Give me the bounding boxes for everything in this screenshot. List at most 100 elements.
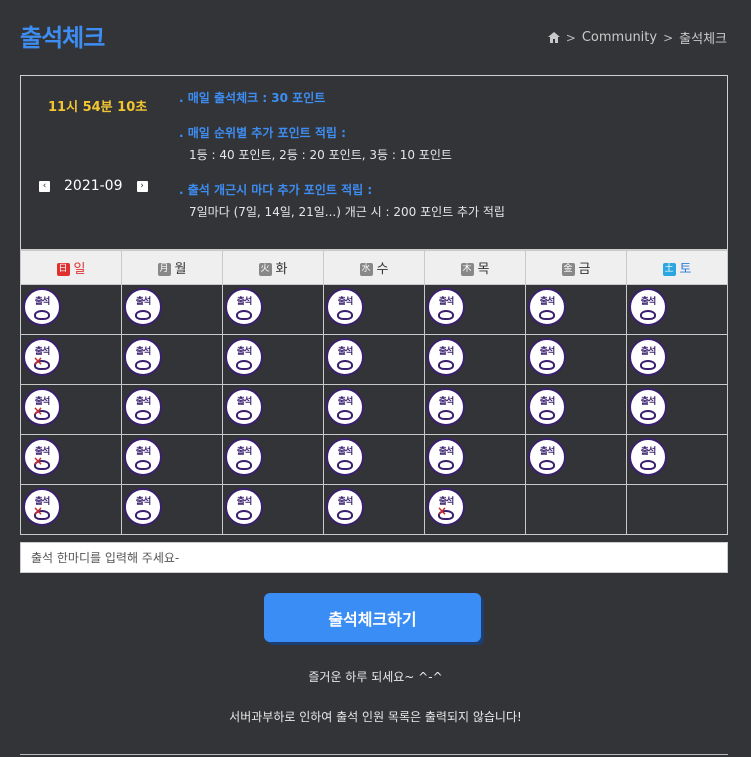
attendance-stamp-icon: 출석 bbox=[124, 438, 162, 476]
monday-icon: 月 bbox=[157, 263, 171, 276]
attendance-stamp-icon: 출석 × bbox=[23, 388, 61, 426]
attendance-stamp-icon: 출석 bbox=[225, 438, 263, 476]
calendar-day-cell: 출석 bbox=[222, 284, 324, 335]
calendar-day-cell: 출석 bbox=[626, 284, 728, 335]
weekday-tuesday: 火화 bbox=[222, 250, 324, 285]
calendar-day-cell: 출석 bbox=[222, 484, 324, 535]
server-notice: 서버과부하로 인하여 출석 인원 목록은 출력되지 않습니다! bbox=[229, 710, 522, 724]
calendar-week-row: 출석 × 출석 출석 출석 출석 출석 출석 bbox=[20, 434, 728, 485]
breadcrumb-current: 출석체크 bbox=[679, 32, 727, 47]
calendar-day-cell: 출석 bbox=[626, 384, 728, 435]
attendance-stamp-icon: 출석 bbox=[629, 338, 667, 376]
attendance-stamp-icon: 출석 bbox=[326, 388, 364, 426]
attendance-stamp-icon: 출석 × bbox=[427, 488, 465, 526]
attendance-stamp-icon: 출석 bbox=[225, 488, 263, 526]
rule-title: . 매일 순위별 추가 포인트 적립 : bbox=[179, 126, 346, 140]
prev-month-button[interactable]: ‹ bbox=[39, 180, 50, 192]
calendar-day-cell: 출석 bbox=[626, 434, 728, 485]
calendar-day-cell: 출석 bbox=[525, 284, 627, 335]
attendance-stamp-icon: 출석 bbox=[124, 288, 162, 326]
attendance-stamp-icon: 출석 bbox=[326, 288, 364, 326]
sunday-icon: 日 bbox=[56, 263, 70, 276]
attendance-info-panel: 11시 54분 10초 ‹ 2021-09 › . 매일 출석체크 : 30 포… bbox=[20, 75, 728, 250]
breadcrumb: > Community > 출석체크 bbox=[547, 28, 727, 47]
calendar-week-row: 출석 × 출석 출석 출석 출석 출석 출석 bbox=[20, 334, 728, 385]
rule-streak: . 출석 개근시 마다 추가 포인트 적립 : 7일마다 (7일, 14일, 2… bbox=[179, 181, 505, 220]
attendance-stamp-icon: 출석 bbox=[427, 438, 465, 476]
attendance-stamp-icon: 출석 × bbox=[23, 438, 61, 476]
attendance-stamp-icon: 출석 bbox=[528, 438, 566, 476]
friday-icon: 金 bbox=[561, 263, 575, 276]
weekday-friday: 金금 bbox=[525, 250, 627, 285]
breadcrumb-separator-icon: > bbox=[565, 30, 576, 45]
attendance-stamp-icon: 출석 bbox=[326, 438, 364, 476]
attendance-stamp-icon: 출석 bbox=[629, 388, 667, 426]
attendance-stamp-icon: 출석 bbox=[124, 488, 162, 526]
calendar-day-cell: 출석 × bbox=[20, 484, 122, 535]
comment-input[interactable] bbox=[20, 542, 728, 573]
calendar-day-cell: 출석 bbox=[121, 334, 223, 385]
thursday-icon: 木 bbox=[460, 263, 474, 276]
divider bbox=[20, 754, 728, 755]
calendar-day-cell: 출석 bbox=[424, 284, 526, 335]
attendance-stamp-icon: 출석 bbox=[629, 288, 667, 326]
home-icon[interactable] bbox=[547, 32, 560, 43]
breadcrumb-community[interactable]: Community bbox=[582, 30, 657, 45]
calendar-day-cell: 출석 bbox=[323, 484, 425, 535]
calendar-day-cell: 출석 bbox=[525, 384, 627, 435]
attendance-stamp-icon: 출석 bbox=[427, 338, 465, 376]
attendance-stamp-icon: 출석 × bbox=[23, 488, 61, 526]
page-title: 출석체크 bbox=[20, 24, 105, 52]
attendance-check-button[interactable]: 출석체크하기 bbox=[264, 593, 481, 642]
attendance-calendar: 日일 月월 火화 水수 木목 金금 土토 출석 출석 출석 출석 출석 출석 출석 출석 × 출석… bbox=[20, 250, 728, 535]
attendance-stamp-icon: 출석 bbox=[326, 488, 364, 526]
weekday-sunday: 日일 bbox=[20, 250, 122, 285]
attendance-stamp-icon: 출석 bbox=[225, 338, 263, 376]
breadcrumb-separator-icon: > bbox=[663, 30, 674, 45]
attendance-stamp-icon: 출석 bbox=[528, 288, 566, 326]
tuesday-icon: 火 bbox=[258, 263, 272, 276]
calendar-day-cell: 출석 bbox=[121, 484, 223, 535]
calendar-day-cell: 출석 bbox=[323, 334, 425, 385]
rule-title: . 매일 출석체크 : 30 포인트 bbox=[179, 91, 326, 105]
current-time: 11시 54분 10초 bbox=[48, 100, 148, 115]
calendar-day-cell: 출석 bbox=[424, 384, 526, 435]
calendar-day-cell: 출석 bbox=[323, 434, 425, 485]
weekday-saturday: 土토 bbox=[626, 250, 728, 285]
current-month: 2021-09 bbox=[64, 178, 123, 194]
rule-rank: . 매일 순위별 추가 포인트 적립 : 1등 : 40 포인트, 2등 : 2… bbox=[179, 124, 505, 163]
calendar-week-row: 출석 출석 출석 출석 출석 출석 출석 bbox=[20, 284, 728, 335]
calendar-day-cell: 출석 bbox=[424, 434, 526, 485]
calendar-day-cell: 출석 bbox=[20, 284, 122, 335]
calendar-day-cell: 출석 bbox=[121, 284, 223, 335]
rule-daily: . 매일 출석체크 : 30 포인트 bbox=[179, 89, 505, 106]
attendance-stamp-icon: 출석 bbox=[528, 388, 566, 426]
attendance-stamp-icon: 출석 bbox=[528, 338, 566, 376]
calendar-day-cell: 출석 bbox=[222, 384, 324, 435]
attendance-stamp-icon: 출석 bbox=[124, 338, 162, 376]
rule-title: . 출석 개근시 마다 추가 포인트 적립 : bbox=[179, 183, 373, 197]
attendance-stamp-icon: 출석 bbox=[427, 288, 465, 326]
attendance-stamp-icon: 출석 bbox=[225, 288, 263, 326]
calendar-day-cell: 출석 bbox=[323, 284, 425, 335]
calendar-day-cell: 출석 bbox=[222, 334, 324, 385]
attendance-stamp-icon: 출석 bbox=[629, 438, 667, 476]
calendar-week-row: 출석 × 출석 출석 출석 출석 × bbox=[20, 484, 728, 535]
calendar-day-cell: 출석 × bbox=[20, 334, 122, 385]
calendar-day-cell: 출석 bbox=[222, 434, 324, 485]
weekday-monday: 月월 bbox=[121, 250, 223, 285]
next-month-button[interactable]: › bbox=[136, 180, 148, 192]
calendar-week-row: 출석 × 출석 출석 출석 출석 출석 출석 bbox=[20, 384, 728, 435]
weekday-wednesday: 水수 bbox=[323, 250, 425, 285]
weekday-thursday: 木목 bbox=[424, 250, 526, 285]
attendance-stamp-icon: 출석 bbox=[124, 388, 162, 426]
attendance-stamp-icon: 출석 bbox=[23, 288, 61, 326]
calendar-day-cell: 출석 bbox=[626, 334, 728, 385]
calendar-day-cell: 출석 bbox=[121, 384, 223, 435]
attendance-stamp-icon: 출석 bbox=[225, 388, 263, 426]
attendance-stamp-icon: 출석 bbox=[326, 338, 364, 376]
calendar-day-cell: 출석 bbox=[525, 334, 627, 385]
calendar-day-cell: 출석 × bbox=[20, 434, 122, 485]
calendar-day-cell bbox=[525, 484, 627, 535]
calendar-day-cell: 출석 bbox=[323, 384, 425, 435]
